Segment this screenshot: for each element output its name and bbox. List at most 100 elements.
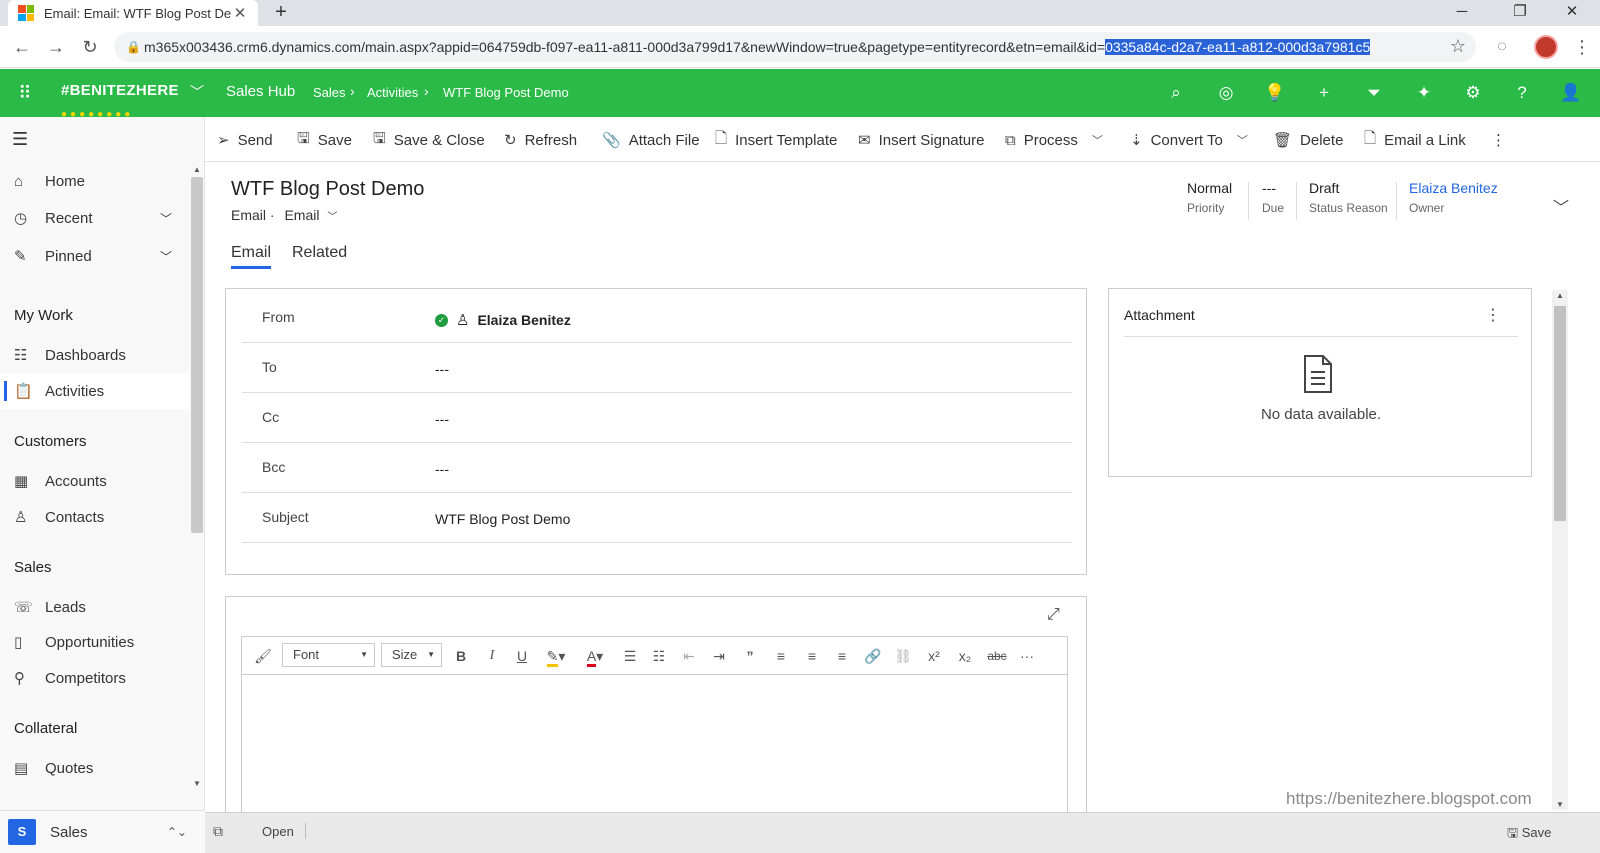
link-icon[interactable]: 🔗 xyxy=(863,645,883,667)
blockquote-icon[interactable]: ” xyxy=(740,645,760,667)
convert-to-button[interactable]: ⇣ Convert To ﹀ xyxy=(1130,129,1248,151)
bold-icon[interactable]: B xyxy=(451,645,471,667)
subscript-icon[interactable]: x₂ xyxy=(955,645,975,667)
italic-icon[interactable]: I xyxy=(482,645,502,667)
unlink-icon[interactable]: ⛓ xyxy=(893,645,913,667)
superscript-icon[interactable]: x² xyxy=(924,645,944,667)
hamburger-menu-icon[interactable]: ☰ xyxy=(12,129,28,150)
scroll-up-icon[interactable]: ▲ xyxy=(1556,291,1564,300)
more-tools-icon[interactable]: ··· xyxy=(1017,645,1037,667)
nav-item-quotes[interactable]: ▤ Quotes xyxy=(0,750,190,786)
user-icon[interactable]: 👤 xyxy=(1558,81,1584,105)
more-menu-icon[interactable]: ⋮ xyxy=(1572,35,1592,59)
scrollbar-thumb[interactable] xyxy=(1554,306,1566,521)
org-name[interactable]: #BENITEZHERE xyxy=(61,82,179,99)
gear-icon[interactable]: ⚙ xyxy=(1460,81,1486,105)
owner-link[interactable]: Elaiza Benitez xyxy=(1409,180,1498,196)
bookmark-star-icon[interactable]: ☆ xyxy=(1450,36,1466,57)
nav-scrollbar[interactable] xyxy=(191,177,203,533)
numbered-list-icon[interactable]: ☷ xyxy=(649,645,669,667)
chevron-down-icon[interactable]: ﹀ xyxy=(327,212,337,223)
highlight-color-icon[interactable]: ✎▾ xyxy=(542,645,570,667)
chevron-down-icon[interactable]: ﹀ xyxy=(160,248,172,265)
close-tab-icon[interactable]: ✕ xyxy=(232,4,248,22)
font-select[interactable]: Font ▼ xyxy=(282,643,375,667)
filter-icon[interactable]: ⏷ xyxy=(1361,81,1387,105)
breadcrumb-activities[interactable]: Activities xyxy=(367,85,418,100)
browser-tab[interactable]: Email: Email: WTF Blog Post Dem ✕ xyxy=(8,0,258,26)
increase-indent-icon[interactable]: ⇥ xyxy=(709,645,729,667)
maximize-button[interactable]: ❐ xyxy=(1498,0,1542,26)
save-button[interactable]: 🖫 Save xyxy=(297,129,352,151)
reload-icon[interactable]: ↻ xyxy=(77,34,103,60)
app-launcher-icon[interactable]: ⠿ xyxy=(14,82,36,104)
footer-save-button[interactable]: 🖫 Save xyxy=(1507,824,1551,846)
breadcrumb-sales[interactable]: Sales xyxy=(313,85,346,100)
decrease-indent-icon[interactable]: ⇤ xyxy=(679,645,699,667)
nav-item-activities[interactable]: 📋 Activities xyxy=(0,373,190,409)
bcc-input[interactable]: --- xyxy=(435,461,449,477)
bulleted-list-icon[interactable]: ☰ xyxy=(620,645,640,667)
format-painter-icon[interactable]: 🖌 xyxy=(252,645,274,667)
attach-file-button[interactable]: 📎 Attach File xyxy=(602,129,700,151)
nav-item-home[interactable]: ⌂ Home xyxy=(0,163,190,199)
scroll-down-icon[interactable]: ▼ xyxy=(193,779,201,788)
from-name[interactable]: Elaiza Benitez xyxy=(477,312,570,328)
align-center-icon[interactable]: ≡ xyxy=(802,645,822,667)
save-close-button[interactable]: 🖫 Save & Close xyxy=(373,129,485,151)
email-link-button[interactable]: 🗋 Email a Link xyxy=(1364,129,1466,151)
nav-item-pinned[interactable]: ✎ Pinned ﹀ xyxy=(0,238,190,274)
profile-avatar[interactable] xyxy=(1534,35,1558,59)
address-bar[interactable]: 🔒 m365x003436.crm6.dynamics.com/main.asp… xyxy=(114,32,1476,62)
send-button[interactable]: ➢ Send xyxy=(217,129,273,151)
nav-item-accounts[interactable]: ▦ Accounts xyxy=(0,463,190,499)
chevron-up-down-icon[interactable]: ⌃⌄ xyxy=(167,825,187,839)
nav-item-competitors[interactable]: ⚲ Competitors xyxy=(0,660,190,696)
process-button[interactable]: ⧉ Process ﹀ xyxy=(1005,129,1103,151)
nav-item-dashboards[interactable]: ☷ Dashboards xyxy=(0,337,190,373)
chevron-down-icon[interactable]: ﹀ xyxy=(1553,194,1569,218)
help-icon[interactable]: ? xyxy=(1509,81,1535,105)
align-left-icon[interactable]: ≡ xyxy=(771,645,791,667)
app-title[interactable]: Sales Hub xyxy=(226,83,295,100)
chevron-down-icon[interactable]: ﹀ xyxy=(190,82,204,102)
cc-input[interactable]: --- xyxy=(435,411,449,427)
tab-email[interactable]: Email xyxy=(231,244,272,269)
search-icon[interactable]: ⌕ xyxy=(1163,81,1189,105)
delete-button[interactable]: 🗑 Delete xyxy=(1273,129,1343,151)
nav-item-recent[interactable]: ◷ Recent ﹀ xyxy=(0,200,190,236)
area-switcher[interactable]: S Sales ⌃⌄ xyxy=(0,810,205,853)
form-selector[interactable]: Email xyxy=(284,207,319,223)
more-options-icon[interactable]: ⋮ xyxy=(1485,305,1501,325)
underline-icon[interactable]: U xyxy=(512,645,532,667)
strikethrough-icon[interactable]: abc xyxy=(986,645,1008,667)
forward-icon[interactable]: → xyxy=(43,34,69,60)
close-window-button[interactable]: ✕ xyxy=(1550,0,1594,26)
nav-item-opportunities[interactable]: ▯ Opportunities xyxy=(0,624,190,660)
minimize-button[interactable]: ─ xyxy=(1440,0,1484,26)
to-input[interactable]: --- xyxy=(435,361,449,377)
chevron-down-icon[interactable]: ﹀ xyxy=(160,210,172,227)
more-commands-icon[interactable]: ⋮ xyxy=(1491,129,1506,151)
subject-input[interactable]: WTF Blog Post Demo xyxy=(435,511,570,527)
insert-signature-button[interactable]: ✉ Insert Signature xyxy=(858,129,984,151)
scroll-up-icon[interactable]: ▲ xyxy=(193,165,201,174)
nav-item-contacts[interactable]: ♙ Contacts xyxy=(0,499,190,535)
align-right-icon[interactable]: ≡ xyxy=(832,645,852,667)
nav-item-leads[interactable]: ☏ Leads xyxy=(0,589,190,625)
main-scrollbar[interactable]: ▲ ▼ xyxy=(1552,290,1568,810)
chevron-down-icon[interactable]: ﹀ xyxy=(1237,132,1248,148)
scroll-down-icon[interactable]: ▼ xyxy=(1556,800,1564,809)
back-icon[interactable]: ← xyxy=(9,34,35,60)
chevron-down-icon[interactable]: ﹀ xyxy=(1092,132,1103,148)
insert-template-button[interactable]: 🗋 Insert Template xyxy=(715,129,837,151)
tab-related[interactable]: Related xyxy=(292,244,347,262)
assistant-icon[interactable]: ✦ xyxy=(1411,81,1437,105)
popout-icon[interactable]: ⧉ xyxy=(213,823,223,840)
rich-text-editor[interactable]: 🖌 Font ▼ Size ▼ B I U ✎▾ A▾ ☰ ☷ ⇤ ⇥ ” ≡ ≡ … xyxy=(241,636,1068,826)
refresh-button[interactable]: ↻ Refresh xyxy=(504,129,577,151)
new-tab-button[interactable]: + xyxy=(270,0,292,26)
font-color-icon[interactable]: A▾ xyxy=(582,645,608,667)
from-value[interactable]: ✓ ♙ Elaiza Benitez xyxy=(435,311,571,329)
lightbulb-icon[interactable]: 💡 xyxy=(1262,81,1288,105)
